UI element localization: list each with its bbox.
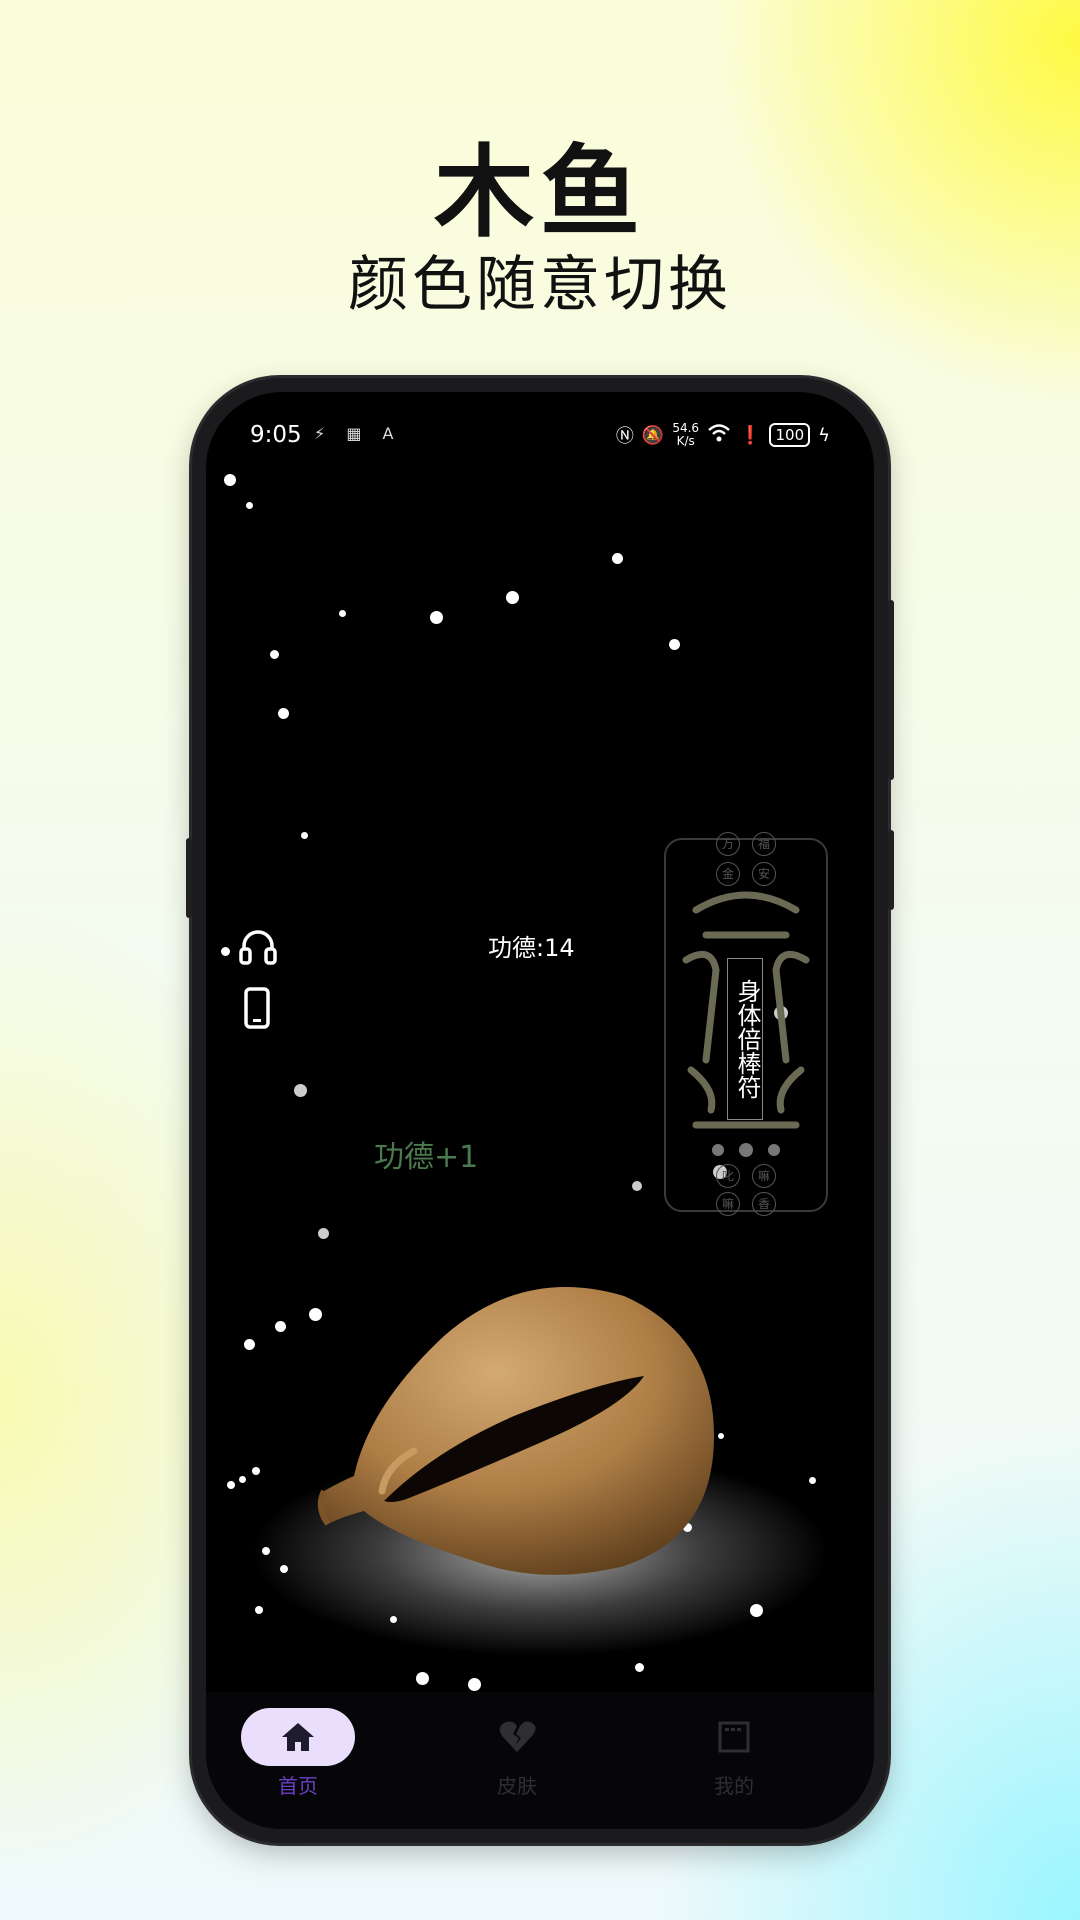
talisman-text: 身体倍棒符 [727, 958, 763, 1120]
snow-dot [221, 947, 230, 956]
snow-dot [339, 610, 346, 617]
phone-power-button [888, 830, 894, 910]
snow-dot [506, 591, 519, 604]
merit-popup: 功德+1 [374, 1140, 479, 1175]
talisman-char: 嘛 [752, 1164, 776, 1188]
snow-dot [632, 1181, 642, 1191]
snow-dot [280, 1565, 288, 1573]
nav-active-pill [241, 1708, 355, 1766]
snow-dot [227, 1481, 235, 1489]
phone-volume-button [888, 600, 894, 780]
app-screen: 9:05 ⚡ ▦ A Ⓝ 🔕 54.6 K/s ❗ 100 ϟ 功德:14 功德… [206, 392, 874, 1829]
snow-dot [252, 1467, 260, 1475]
nav-item-home[interactable]: 首页 [228, 1708, 368, 1808]
status-right-icons: Ⓝ 🔕 54.6 K/s ❗ 100 ϟ [616, 422, 830, 448]
snow-dot [255, 1606, 263, 1614]
nav-item-skin[interactable]: 皮肤 [447, 1708, 587, 1808]
promo-subtitle: 颜色随意切换 [348, 250, 732, 320]
snow-dot [809, 1477, 816, 1484]
snow-dot [294, 1084, 307, 1097]
talisman-char: 叱 [716, 1164, 740, 1188]
snow-dot [750, 1604, 763, 1617]
snow-dot [275, 1321, 286, 1332]
snow-dot [239, 1476, 246, 1483]
phone-side-button [186, 838, 192, 918]
alert-icon: ❗ [739, 424, 762, 446]
snow-dot [669, 639, 680, 650]
snow-dot [430, 611, 443, 624]
snow-dot [278, 708, 289, 719]
nav-pill [460, 1708, 574, 1766]
snow-dot [301, 832, 308, 839]
bottom-nav: 首页 皮肤 我的 [206, 1692, 874, 1829]
snow-dot [246, 502, 253, 509]
network-speed: 54.6 K/s [672, 422, 699, 448]
status-bar: 9:05 ⚡ ▦ A Ⓝ 🔕 54.6 K/s ❗ 100 ϟ [206, 420, 874, 460]
snow-dot [416, 1672, 429, 1685]
snow-dot [612, 553, 623, 564]
nfc-icon: Ⓝ [615, 426, 634, 447]
speed-unit: K/s [676, 434, 695, 448]
battery-level: 100 [769, 423, 811, 447]
snow-dot [270, 650, 279, 659]
snow-dot [224, 474, 236, 486]
snow-dot [468, 1678, 481, 1691]
home-icon [282, 1723, 314, 1751]
nav-item-profile[interactable]: 我的 [664, 1708, 804, 1808]
wooden-fish[interactable] [294, 1266, 734, 1606]
phone-frame: 9:05 ⚡ ▦ A Ⓝ 🔕 54.6 K/s ❗ 100 ϟ 功德:14 功德… [186, 378, 894, 1843]
broken-heart-icon [499, 1721, 536, 1752]
snow-dot [244, 1339, 255, 1350]
wifi-icon [707, 423, 731, 448]
merit-counter: 功德:14 [488, 934, 575, 962]
snow-dot [635, 1663, 644, 1672]
status-left-icons: ⚡ ▦ A [314, 424, 402, 443]
window-icon [718, 1721, 750, 1753]
talisman-char: 嘛 [716, 1192, 740, 1216]
talisman-card[interactable]: 万 福 金 安 身体倍棒符 叱 嘛 嘛 香 [664, 832, 828, 1216]
status-time: 9:05 [250, 422, 302, 448]
nav-label-profile: 我的 [714, 1774, 754, 1798]
nav-pill [677, 1708, 791, 1766]
snow-dot [262, 1547, 270, 1555]
snow-dot [390, 1616, 397, 1623]
charging-icon: ϟ [818, 424, 830, 446]
promo-title: 木鱼 [434, 134, 646, 251]
phone-icon[interactable] [236, 986, 280, 1030]
mute-icon: 🔕 [641, 424, 665, 446]
nav-label-skin: 皮肤 [497, 1774, 537, 1798]
snow-dot [318, 1228, 329, 1239]
nav-label-home: 首页 [278, 1774, 318, 1798]
headphones-icon[interactable] [236, 924, 280, 968]
talisman-char: 香 [752, 1192, 776, 1216]
